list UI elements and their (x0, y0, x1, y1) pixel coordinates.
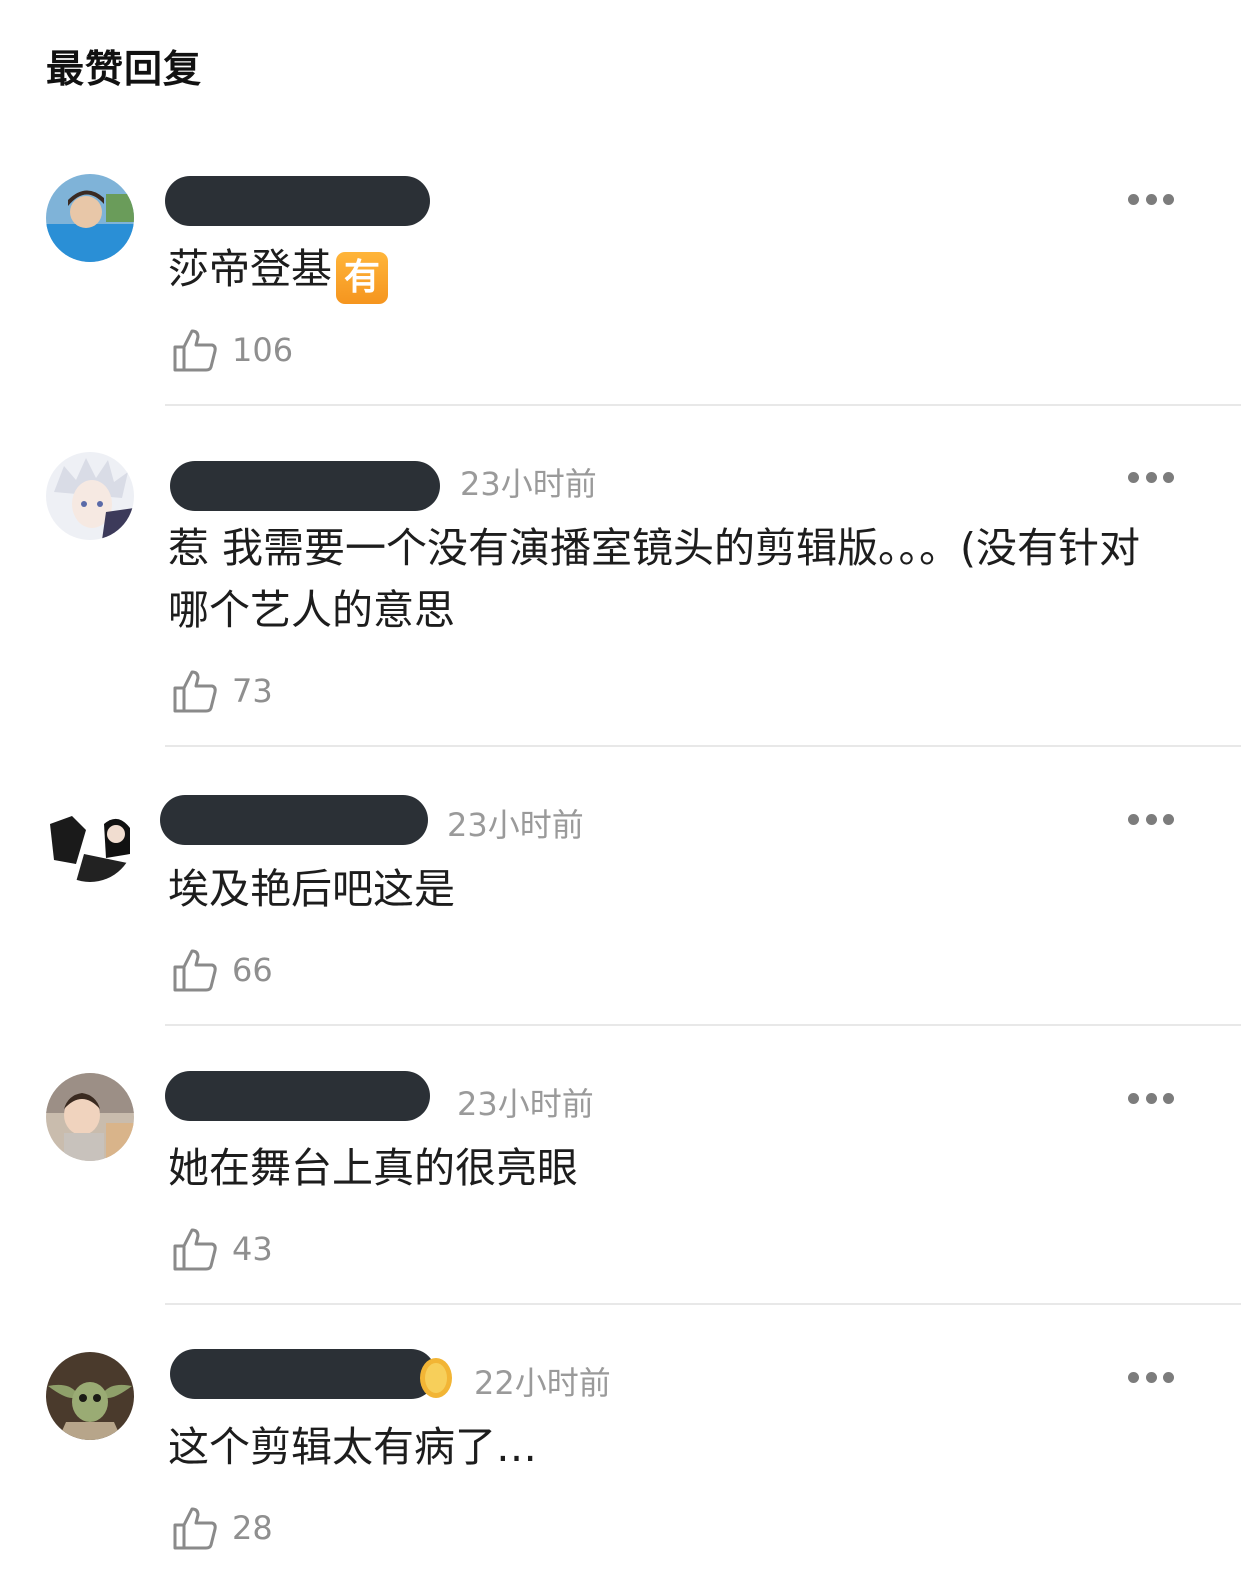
timestamp: 22小时前 (474, 1364, 611, 1402)
comment-text: 莎帝登基 (168, 245, 332, 293)
comment-text: 她在舞台上真的很亮眼 (168, 1144, 578, 1192)
redacted-username (165, 1071, 430, 1121)
redacted-username (165, 176, 430, 226)
like-count: 43 (232, 1230, 273, 1268)
avatar[interactable] (46, 1073, 134, 1161)
avatar[interactable] (46, 174, 134, 262)
timestamp: 23小时前 (457, 1085, 594, 1123)
divider (165, 745, 1241, 747)
more-dots-icon (1128, 813, 1139, 825)
divider (165, 404, 1241, 406)
emoji-icon (420, 1358, 452, 1398)
more-options-button[interactable] (1128, 812, 1174, 826)
comment-text: 惹 我需要一个没有演播室镜头的剪辑版。。。(没有针对哪个艺人的意思 (168, 524, 1141, 634)
like-button[interactable]: 106 (172, 326, 293, 374)
divider (165, 1303, 1241, 1305)
redacted-username (170, 461, 440, 511)
more-options-button[interactable] (1128, 192, 1174, 206)
comment-text: 这个剪辑太有病了… (168, 1423, 537, 1471)
more-options-button[interactable] (1128, 1091, 1174, 1105)
like-count: 66 (232, 951, 273, 989)
comment-text-wrap: 莎帝登基有 (168, 238, 1178, 304)
like-count: 106 (232, 331, 294, 369)
badge-icon: 有 (336, 252, 388, 304)
thumbs-up-icon (173, 329, 217, 372)
like-count: 28 (232, 1509, 273, 1547)
timestamp: 23小时前 (460, 465, 597, 503)
divider (165, 1024, 1241, 1026)
like-button[interactable]: 73 (172, 667, 273, 715)
avatar[interactable] (46, 452, 134, 540)
thumbs-up-icon (173, 1228, 217, 1271)
thumbs-up-icon (173, 670, 217, 713)
like-count: 73 (232, 672, 273, 710)
like-button[interactable]: 43 (172, 1225, 273, 1273)
section-title: 最赞回复 (46, 47, 203, 91)
timestamp: 23小时前 (447, 806, 584, 844)
more-dots-icon (1128, 1092, 1139, 1104)
more-dots-icon (1128, 471, 1139, 483)
avatar[interactable] (46, 1352, 134, 1440)
more-dots-icon (1128, 1371, 1139, 1383)
like-button[interactable]: 28 (172, 1504, 273, 1552)
more-dots-icon (1128, 193, 1139, 205)
comment-text: 埃及艳后吧这是 (168, 865, 455, 913)
redacted-username (160, 795, 428, 845)
like-button[interactable]: 66 (172, 946, 273, 994)
more-options-button[interactable] (1128, 1370, 1174, 1384)
avatar[interactable] (46, 794, 134, 882)
thumbs-up-icon (173, 1507, 217, 1550)
more-options-button[interactable] (1128, 470, 1174, 484)
thumbs-up-icon (173, 949, 217, 992)
redacted-username (170, 1349, 436, 1399)
